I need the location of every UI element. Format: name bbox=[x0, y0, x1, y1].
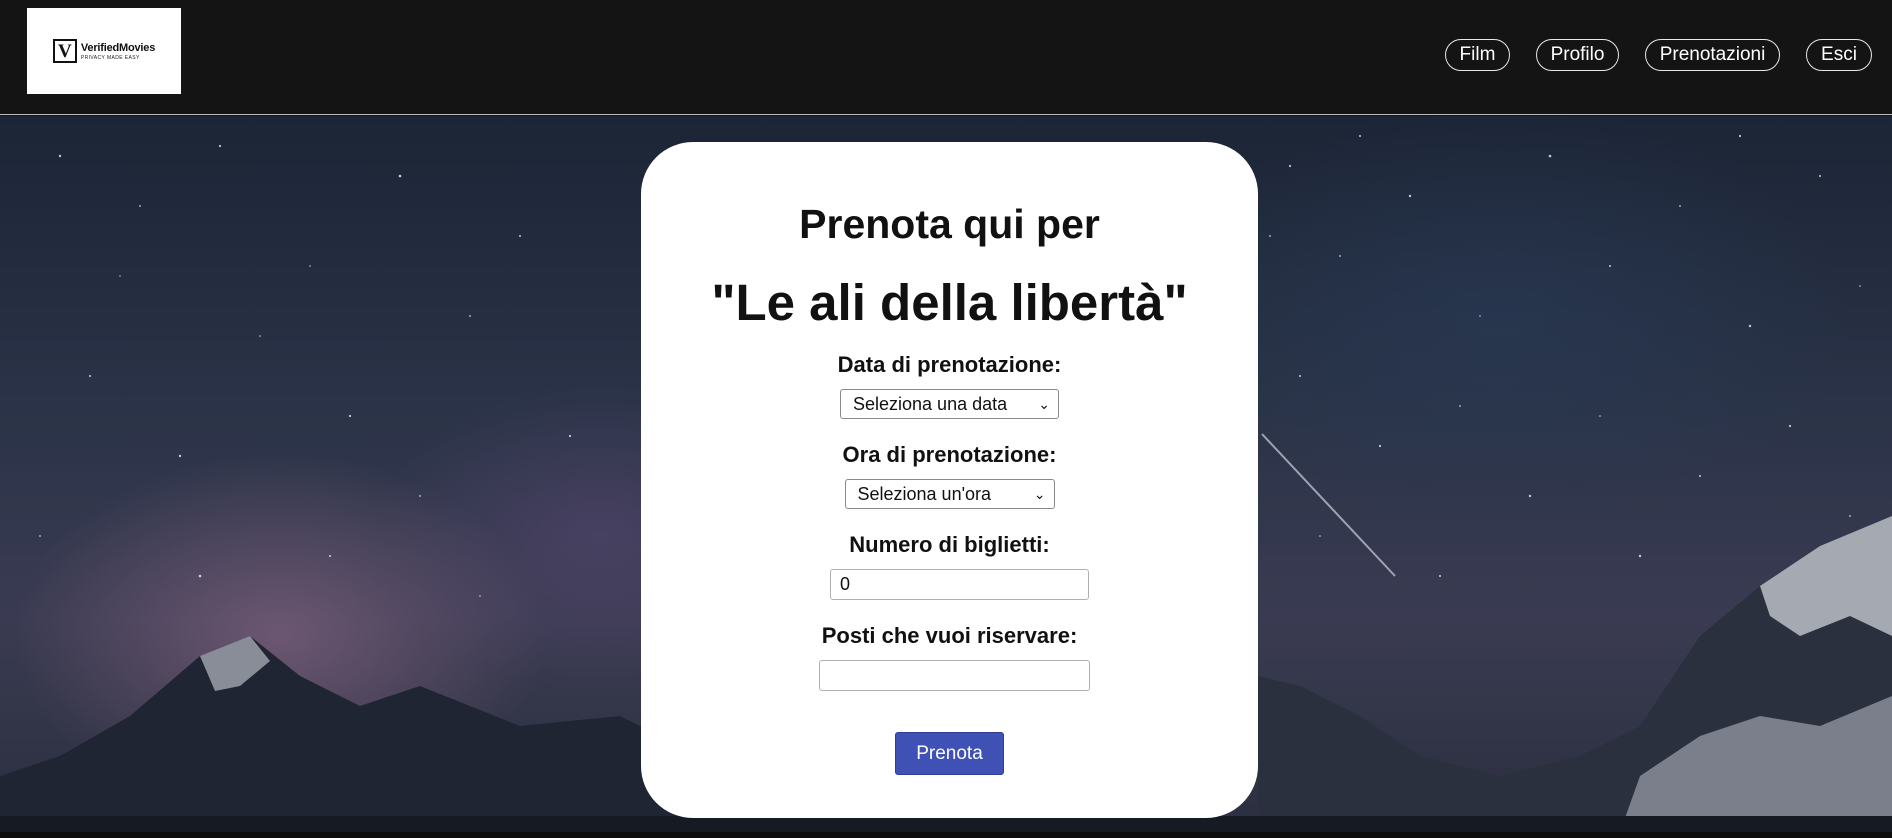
prenota-button[interactable]: Prenota bbox=[895, 732, 1004, 775]
chevron-down-icon: ⌄ bbox=[1033, 485, 1046, 502]
nav-film-button[interactable]: Film bbox=[1445, 39, 1510, 71]
tickets-input[interactable]: 0 bbox=[830, 569, 1089, 600]
tickets-input-value: 0 bbox=[840, 574, 851, 594]
chevron-down-icon: ⌄ bbox=[1038, 395, 1050, 412]
tickets-label: Numero di biglietti: bbox=[849, 532, 1050, 557]
logo-text: VerifiedMovies PRIVACY MADE EASY bbox=[81, 42, 155, 61]
date-label: Data di prenotazione: bbox=[837, 352, 1062, 377]
nav-esci-button[interactable]: Esci bbox=[1806, 39, 1872, 71]
logo-content: V VerifiedMovies PRIVACY MADE EASY bbox=[52, 39, 155, 63]
booking-card: Prenota qui per "Le ali della libertà" D… bbox=[641, 142, 1258, 818]
seats-input[interactable] bbox=[819, 660, 1090, 691]
logo[interactable]: V VerifiedMovies PRIVACY MADE EASY bbox=[27, 8, 181, 94]
time-select[interactable]: Seleziona un'ora ⌄ bbox=[844, 479, 1055, 509]
time-select-value: Seleziona un'ora bbox=[857, 483, 992, 504]
top-navbar: V VerifiedMovies PRIVACY MADE EASY Film … bbox=[0, 0, 1892, 115]
date-select-value: Seleziona una data bbox=[853, 393, 1008, 414]
bottom-divider bbox=[0, 832, 1892, 838]
logo-tagline: PRIVACY MADE EASY bbox=[80, 54, 140, 61]
movie-title: "Le ali della libertà" bbox=[711, 274, 1188, 331]
seats-label: Posti che vuoi riservare: bbox=[821, 623, 1078, 648]
time-label: Ora di prenotazione: bbox=[842, 442, 1057, 467]
logo-name: VerifiedMovies bbox=[80, 41, 156, 54]
booking-title: Prenota qui per bbox=[799, 201, 1100, 247]
logo-mark-icon: V bbox=[52, 39, 77, 63]
date-select[interactable]: Seleziona una data ⌄ bbox=[840, 389, 1059, 419]
nav-prenotazioni-button[interactable]: Prenotazioni bbox=[1645, 39, 1780, 71]
nav-profilo-button[interactable]: Profilo bbox=[1536, 39, 1619, 71]
